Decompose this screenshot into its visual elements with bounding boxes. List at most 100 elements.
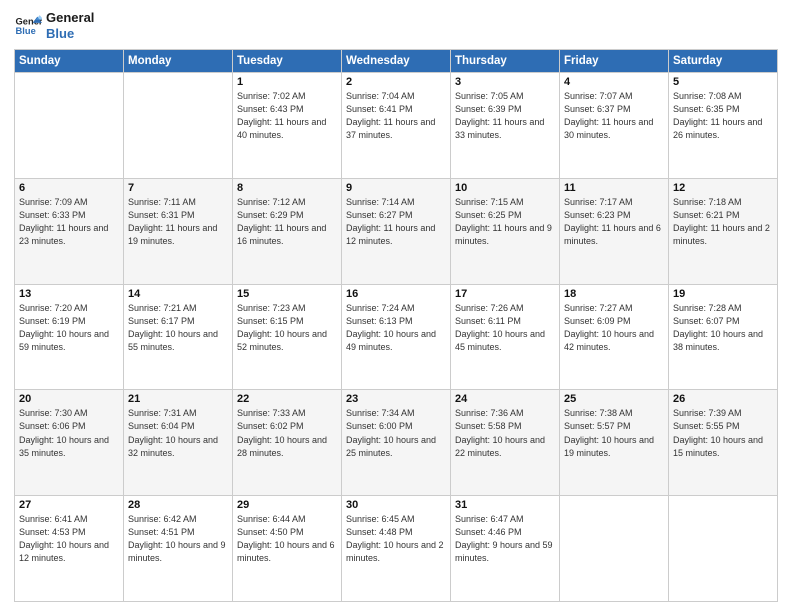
day-number: 10 bbox=[455, 182, 555, 194]
calendar-cell bbox=[560, 496, 669, 602]
calendar-cell: 24 Sunrise: 7:36 AM Sunset: 5:58 PM Dayli… bbox=[451, 390, 560, 496]
day-info: Sunrise: 7:30 AM Sunset: 6:06 PM Dayligh… bbox=[19, 407, 119, 459]
calendar-cell: 14 Sunrise: 7:21 AM Sunset: 6:17 PM Dayli… bbox=[124, 284, 233, 390]
calendar-cell: 16 Sunrise: 7:24 AM Sunset: 6:13 PM Dayli… bbox=[342, 284, 451, 390]
day-number: 15 bbox=[237, 288, 337, 300]
week-row: 1Sunrise: 7:02 AM Sunset: 6:43 PM Daylig… bbox=[15, 73, 778, 179]
day-number: 20 bbox=[19, 393, 119, 405]
calendar-cell: 22 Sunrise: 7:33 AM Sunset: 6:02 PM Dayli… bbox=[233, 390, 342, 496]
day-info: Sunrise: 7:26 AM Sunset: 6:11 PM Dayligh… bbox=[455, 302, 555, 354]
day-info: Sunrise: 7:24 AM Sunset: 6:13 PM Dayligh… bbox=[346, 302, 446, 354]
day-number: 2 bbox=[346, 76, 446, 88]
calendar-table: SundayMondayTuesdayWednesdayThursdayFrid… bbox=[14, 49, 778, 602]
calendar-cell: 4 Sunrise: 7:07 AM Sunset: 6:37 PM Daylig… bbox=[560, 73, 669, 179]
day-number: 30 bbox=[346, 499, 446, 511]
day-info: Sunrise: 7:14 AM Sunset: 6:27 PM Dayligh… bbox=[346, 196, 446, 248]
day-number: 13 bbox=[19, 288, 119, 300]
calendar-cell bbox=[15, 73, 124, 179]
day-info: Sunrise: 7:34 AM Sunset: 6:00 PM Dayligh… bbox=[346, 407, 446, 459]
day-number: 22 bbox=[237, 393, 337, 405]
day-number: 27 bbox=[19, 499, 119, 511]
calendar-cell: 29 Sunrise: 6:44 AM Sunset: 4:50 PM Dayli… bbox=[233, 496, 342, 602]
logo-icon: General Blue bbox=[14, 12, 42, 40]
calendar-cell: 1Sunrise: 7:02 AM Sunset: 6:43 PM Daylig… bbox=[233, 73, 342, 179]
day-number: 14 bbox=[128, 288, 228, 300]
calendar-cell: 12 Sunrise: 7:18 AM Sunset: 6:21 PM Dayli… bbox=[669, 178, 778, 284]
day-number: 19 bbox=[673, 288, 773, 300]
week-row: 27 Sunrise: 6:41 AM Sunset: 4:53 PM Dayli… bbox=[15, 496, 778, 602]
calendar-cell: 19 Sunrise: 7:28 AM Sunset: 6:07 PM Dayli… bbox=[669, 284, 778, 390]
calendar-cell: 6 Sunrise: 7:09 AM Sunset: 6:33 PM Daylig… bbox=[15, 178, 124, 284]
day-info: Sunrise: 7:31 AM Sunset: 6:04 PM Dayligh… bbox=[128, 407, 228, 459]
day-number: 12 bbox=[673, 182, 773, 194]
day-number: 11 bbox=[564, 182, 664, 194]
day-info: Sunrise: 7:23 AM Sunset: 6:15 PM Dayligh… bbox=[237, 302, 337, 354]
calendar-cell: 21 Sunrise: 7:31 AM Sunset: 6:04 PM Dayli… bbox=[124, 390, 233, 496]
day-info: Sunrise: 7:15 AM Sunset: 6:25 PM Dayligh… bbox=[455, 196, 555, 248]
weekday-header-saturday: Saturday bbox=[669, 50, 778, 73]
calendar-cell bbox=[124, 73, 233, 179]
calendar-cell: 30 Sunrise: 6:45 AM Sunset: 4:48 PM Dayli… bbox=[342, 496, 451, 602]
day-number: 23 bbox=[346, 393, 446, 405]
day-number: 25 bbox=[564, 393, 664, 405]
day-info: Sunrise: 6:45 AM Sunset: 4:48 PM Dayligh… bbox=[346, 513, 446, 565]
day-number: 5 bbox=[673, 76, 773, 88]
calendar-cell: 17 Sunrise: 7:26 AM Sunset: 6:11 PM Dayli… bbox=[451, 284, 560, 390]
day-info: Sunrise: 7:36 AM Sunset: 5:58 PM Dayligh… bbox=[455, 407, 555, 459]
calendar-cell: 13 Sunrise: 7:20 AM Sunset: 6:19 PM Dayli… bbox=[15, 284, 124, 390]
calendar-cell: 26 Sunrise: 7:39 AM Sunset: 5:55 PM Dayli… bbox=[669, 390, 778, 496]
week-row: 13 Sunrise: 7:20 AM Sunset: 6:19 PM Dayli… bbox=[15, 284, 778, 390]
day-info: Sunrise: 7:39 AM Sunset: 5:55 PM Dayligh… bbox=[673, 407, 773, 459]
weekday-header-monday: Monday bbox=[124, 50, 233, 73]
day-info: Sunrise: 6:42 AM Sunset: 4:51 PM Dayligh… bbox=[128, 513, 228, 565]
calendar-cell: 9Sunrise: 7:14 AM Sunset: 6:27 PM Daylig… bbox=[342, 178, 451, 284]
day-number: 29 bbox=[237, 499, 337, 511]
day-info: Sunrise: 7:18 AM Sunset: 6:21 PM Dayligh… bbox=[673, 196, 773, 248]
day-info: Sunrise: 7:09 AM Sunset: 6:33 PM Dayligh… bbox=[19, 196, 119, 248]
day-info: Sunrise: 6:44 AM Sunset: 4:50 PM Dayligh… bbox=[237, 513, 337, 565]
weekday-header-friday: Friday bbox=[560, 50, 669, 73]
day-number: 21 bbox=[128, 393, 228, 405]
calendar-cell: 31Sunrise: 6:47 AM Sunset: 4:46 PM Dayli… bbox=[451, 496, 560, 602]
day-info: Sunrise: 7:38 AM Sunset: 5:57 PM Dayligh… bbox=[564, 407, 664, 459]
calendar-cell: 5 Sunrise: 7:08 AM Sunset: 6:35 PM Daylig… bbox=[669, 73, 778, 179]
calendar-cell: 7 Sunrise: 7:11 AM Sunset: 6:31 PM Daylig… bbox=[124, 178, 233, 284]
day-number: 4 bbox=[564, 76, 664, 88]
day-info: Sunrise: 7:20 AM Sunset: 6:19 PM Dayligh… bbox=[19, 302, 119, 354]
day-number: 17 bbox=[455, 288, 555, 300]
day-number: 26 bbox=[673, 393, 773, 405]
day-info: Sunrise: 7:08 AM Sunset: 6:35 PM Dayligh… bbox=[673, 90, 773, 142]
day-number: 31 bbox=[455, 499, 555, 511]
day-number: 3 bbox=[455, 76, 555, 88]
calendar-cell: 11 Sunrise: 7:17 AM Sunset: 6:23 PM Dayli… bbox=[560, 178, 669, 284]
logo-text: General Blue bbox=[46, 10, 94, 41]
day-info: Sunrise: 7:04 AM Sunset: 6:41 PM Dayligh… bbox=[346, 90, 446, 142]
day-info: Sunrise: 7:27 AM Sunset: 6:09 PM Dayligh… bbox=[564, 302, 664, 354]
day-number: 7 bbox=[128, 182, 228, 194]
weekday-header-tuesday: Tuesday bbox=[233, 50, 342, 73]
day-info: Sunrise: 7:17 AM Sunset: 6:23 PM Dayligh… bbox=[564, 196, 664, 248]
calendar-cell: 20 Sunrise: 7:30 AM Sunset: 6:06 PM Dayli… bbox=[15, 390, 124, 496]
day-number: 16 bbox=[346, 288, 446, 300]
day-info: Sunrise: 7:07 AM Sunset: 6:37 PM Dayligh… bbox=[564, 90, 664, 142]
day-info: Sunrise: 7:11 AM Sunset: 6:31 PM Dayligh… bbox=[128, 196, 228, 248]
day-info: Sunrise: 7:28 AM Sunset: 6:07 PM Dayligh… bbox=[673, 302, 773, 354]
day-info: Sunrise: 7:21 AM Sunset: 6:17 PM Dayligh… bbox=[128, 302, 228, 354]
weekday-header-thursday: Thursday bbox=[451, 50, 560, 73]
calendar-cell: 10 Sunrise: 7:15 AM Sunset: 6:25 PM Dayli… bbox=[451, 178, 560, 284]
calendar-cell: 2 Sunrise: 7:04 AM Sunset: 6:41 PM Daylig… bbox=[342, 73, 451, 179]
day-info: Sunrise: 6:41 AM Sunset: 4:53 PM Dayligh… bbox=[19, 513, 119, 565]
calendar-cell bbox=[669, 496, 778, 602]
day-number: 1 bbox=[237, 76, 337, 88]
svg-text:Blue: Blue bbox=[16, 25, 36, 35]
calendar-cell: 15 Sunrise: 7:23 AM Sunset: 6:15 PM Dayli… bbox=[233, 284, 342, 390]
day-number: 24 bbox=[455, 393, 555, 405]
day-number: 6 bbox=[19, 182, 119, 194]
day-number: 28 bbox=[128, 499, 228, 511]
day-number: 8 bbox=[237, 182, 337, 194]
calendar-cell: 27 Sunrise: 6:41 AM Sunset: 4:53 PM Dayli… bbox=[15, 496, 124, 602]
day-info: Sunrise: 7:12 AM Sunset: 6:29 PM Dayligh… bbox=[237, 196, 337, 248]
week-row: 6 Sunrise: 7:09 AM Sunset: 6:33 PM Daylig… bbox=[15, 178, 778, 284]
day-info: Sunrise: 7:33 AM Sunset: 6:02 PM Dayligh… bbox=[237, 407, 337, 459]
calendar-cell: 23 Sunrise: 7:34 AM Sunset: 6:00 PM Dayli… bbox=[342, 390, 451, 496]
